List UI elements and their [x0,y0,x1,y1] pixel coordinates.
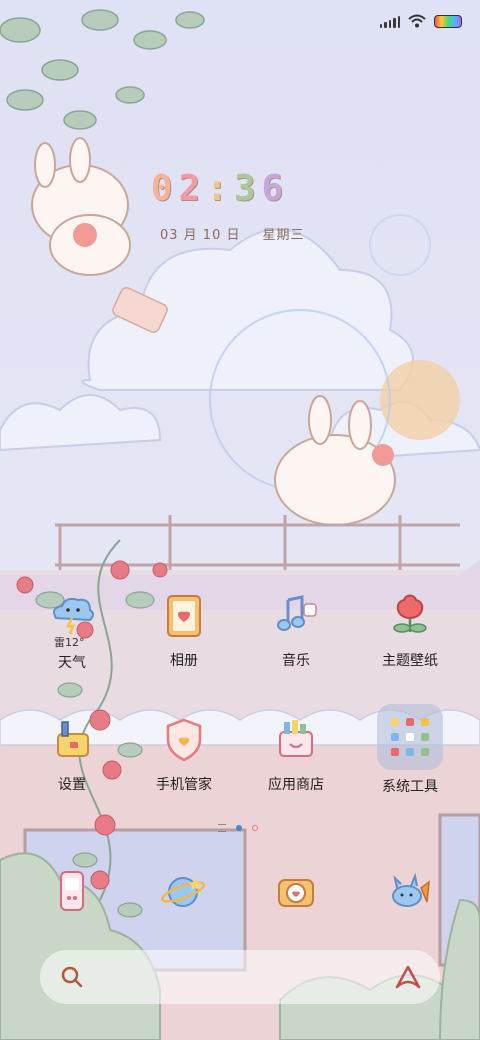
page-dot-active [236,825,242,831]
date-display: 03 月 10 日 星期三 [160,224,305,243]
folder-system-tools[interactable]: 系统工具 [360,704,460,796]
clock-widget[interactable]: 02:36 [0,168,440,209]
clock-digit: 0 [150,168,179,209]
dock-phone[interactable] [22,868,122,914]
wifi-icon [408,14,426,28]
phone-icon [49,868,95,914]
folder-label: 系统工具 [382,779,438,795]
dock-camera[interactable] [246,868,346,914]
battery-icon [434,14,462,28]
settings-icon [48,716,96,764]
clock-digit: 3 [233,168,262,209]
app-label: 天气 [58,655,86,671]
assistant-icon[interactable] [394,964,422,990]
clock-digit: 2 [178,168,207,209]
album-icon [160,592,208,640]
camera-icon [273,868,319,914]
security-icon [160,716,208,764]
weather-icon [48,592,96,640]
search-icon [61,966,83,988]
dock-messages[interactable] [360,868,460,914]
app-label: 应用商店 [268,777,324,793]
app-label: 手机管家 [156,777,212,793]
app-security[interactable]: 手机管家 [134,716,234,794]
page-list-icon [218,824,226,832]
weather-temp: 雷12° [54,636,85,649]
app-label: 设置 [58,777,86,793]
app-weather[interactable]: 雷12° 天气 [22,592,122,672]
app-theme[interactable]: 主题壁纸 [360,592,460,670]
app-store[interactable]: 应用商店 [246,716,346,794]
store-icon [272,716,320,764]
date-weekday: 星期三 [262,228,305,243]
date-month-day: 03 月 10 日 [160,228,241,243]
page-dot [252,825,258,831]
app-label: 主题壁纸 [382,653,438,669]
music-icon [272,592,320,640]
app-label: 相册 [170,653,198,669]
browser-icon [160,868,207,914]
app-album[interactable]: 相册 [134,592,234,670]
signal-icon [379,15,400,28]
app-label: 音乐 [282,653,310,669]
clock-digit: 6 [261,168,290,209]
page-indicator[interactable] [218,824,258,832]
clock-separator: : [206,168,234,209]
dock-browser[interactable] [134,868,234,914]
app-music[interactable]: 音乐 [246,592,346,670]
messages-icon [387,868,433,914]
folder-icon [377,704,443,770]
app-settings[interactable]: 设置 [22,716,122,794]
search-bar[interactable] [40,950,440,1004]
theme-icon [386,592,434,640]
status-bar [379,11,462,31]
